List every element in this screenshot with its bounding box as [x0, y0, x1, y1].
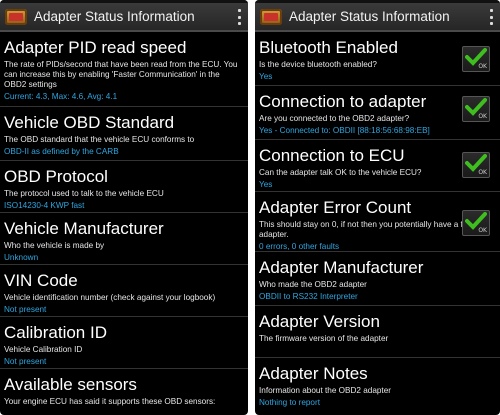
list-item-vin-code[interactable]: VIN Code Vehicle identification number (… — [0, 265, 248, 317]
item-description: This should stay on 0, if not then you p… — [259, 220, 481, 239]
item-title: OBD Protocol — [4, 167, 108, 186]
right-screen: Adapter Status Information Bluetooth Ena… — [255, 0, 500, 415]
item-title: Adapter Error Count — [259, 198, 412, 217]
item-value: OBD-II as defined by the CARB — [4, 147, 119, 156]
list-item-obd-standard[interactable]: Vehicle OBD Standard The OBD standard th… — [0, 107, 248, 161]
item-title: Available sensors — [4, 375, 137, 394]
item-value: Not present — [4, 305, 47, 314]
list-item-adapter-error-count[interactable]: Adapter Error Count This should stay on … — [255, 192, 500, 252]
item-value: ISO14230-4 KWP fast — [4, 201, 85, 210]
checkbox-ok[interactable]: OK — [462, 46, 490, 72]
check-label: OK — [478, 63, 487, 70]
item-value: Unknown — [4, 253, 39, 262]
item-value: Yes — [259, 72, 273, 81]
item-value: Not present — [4, 357, 47, 366]
item-description: The rate of PIDs/second that have been r… — [4, 60, 238, 89]
item-description: The protocol used to talk to the vehicle… — [4, 189, 164, 198]
check-label: OK — [478, 227, 487, 234]
item-title: Calibration ID — [4, 323, 107, 342]
item-description: The firmware version of the adapter — [259, 334, 389, 343]
item-title: Connection to ECU — [259, 146, 405, 165]
item-value: OBDII to RS232 Interpreter — [259, 292, 358, 301]
list-item-connection-to-ecu[interactable]: Connection to ECU Can the adapter talk O… — [255, 140, 500, 192]
item-value: Nothing to report — [259, 398, 320, 407]
list-item-vehicle-manufacturer[interactable]: Vehicle Manufacturer Who the vehicle is … — [0, 213, 248, 265]
item-description: Who made the OBD2 adapter — [259, 280, 367, 289]
item-description: Who the vehicle is made by — [4, 241, 105, 250]
checkbox-ok[interactable]: OK — [462, 96, 490, 122]
item-title: Bluetooth Enabled — [259, 38, 398, 57]
action-bar: Adapter Status Information — [255, 3, 500, 32]
item-description: The OBD standard that the vehicle ECU co… — [4, 135, 195, 144]
list-item-connection-to-adapter[interactable]: Connection to adapter Are you connected … — [255, 86, 500, 140]
status-list[interactable]: Bluetooth Enabled Is the device bluetoot… — [255, 32, 500, 415]
list-item-adapter-manufacturer[interactable]: Adapter Manufacturer Who made the OBD2 a… — [255, 252, 500, 306]
overflow-menu-icon[interactable] — [490, 9, 494, 25]
list-item-available-sensors[interactable]: Available sensors Your engine ECU has sa… — [0, 369, 248, 415]
item-title: Vehicle OBD Standard — [4, 113, 175, 132]
screen-title: Adapter Status Information — [34, 9, 195, 24]
item-description: Your engine ECU has said it supports the… — [4, 397, 216, 406]
item-title: Adapter Notes — [259, 364, 368, 383]
item-title: Adapter PID read speed — [4, 38, 187, 57]
status-list[interactable]: Adapter PID read speed The rate of PIDs/… — [0, 32, 248, 415]
item-title: Adapter Version — [259, 312, 380, 331]
list-item-adapter-notes[interactable]: Adapter Notes Information about the OBD2… — [255, 358, 500, 415]
checkbox-ok[interactable]: OK — [462, 210, 490, 236]
item-value: 0 errors, 0 other faults — [259, 242, 340, 251]
item-description: Vehicle identification number (check aga… — [4, 293, 216, 302]
check-label: OK — [478, 113, 487, 120]
check-label: OK — [478, 169, 487, 176]
list-item-adapter-version[interactable]: Adapter Version The firmware version of … — [255, 306, 500, 358]
item-value: Yes - Connected to: OBDII [88:18:56:68:9… — [259, 126, 430, 135]
item-description: Is the device bluetooth enabled? — [259, 60, 377, 69]
item-value: Yes — [259, 180, 273, 189]
item-title: Adapter Manufacturer — [259, 258, 424, 277]
item-description: Information about the OBD2 adapter — [259, 386, 391, 395]
list-item-obd-protocol[interactable]: OBD Protocol The protocol used to talk t… — [0, 161, 248, 213]
overflow-menu-icon[interactable] — [238, 9, 242, 25]
list-item-calibration-id[interactable]: Calibration ID Vehicle Calibration ID No… — [0, 317, 248, 369]
screen-title: Adapter Status Information — [289, 9, 450, 24]
list-item-bluetooth-enabled[interactable]: Bluetooth Enabled Is the device bluetoot… — [255, 32, 500, 86]
left-screen: Adapter Status Information Adapter PID r… — [0, 0, 248, 415]
item-value: Current: 4.3, Max: 4.6, Avg: 4.1 — [4, 92, 118, 101]
app-logo-icon[interactable] — [5, 8, 27, 25]
checkbox-ok[interactable]: OK — [462, 152, 490, 178]
app-logo-icon[interactable] — [260, 8, 282, 25]
item-title: VIN Code — [4, 271, 78, 290]
item-title: Vehicle Manufacturer — [4, 219, 164, 238]
item-description: Are you connected to the OBD2 adapter? — [259, 114, 410, 123]
item-description: Vehicle Calibration ID — [4, 345, 83, 354]
list-item-pid-read-speed[interactable]: Adapter PID read speed The rate of PIDs/… — [0, 32, 248, 107]
action-bar: Adapter Status Information — [0, 3, 248, 32]
item-description: Can the adapter talk OK to the vehicle E… — [259, 168, 422, 177]
item-title: Connection to adapter — [259, 92, 427, 111]
